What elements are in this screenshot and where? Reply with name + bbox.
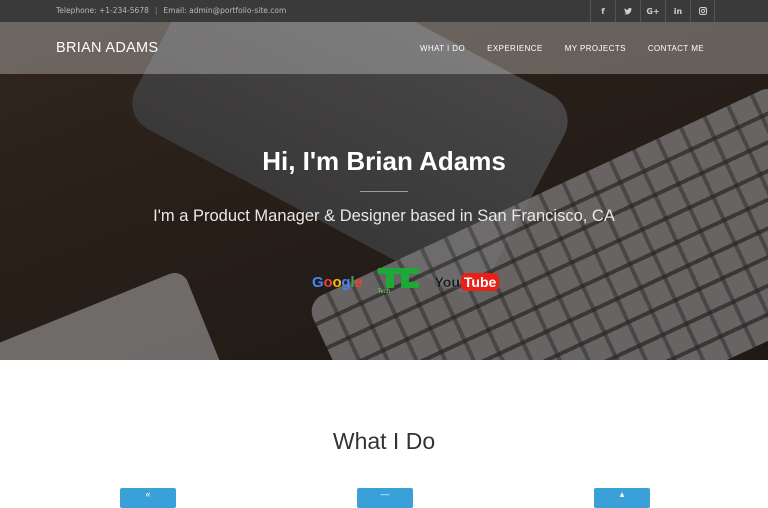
hero-divider — [360, 191, 408, 192]
contact-info: Telephone: +1-234-5678 | Email: admin@port… — [56, 0, 286, 22]
google-plus-icon[interactable]: G+ — [640, 0, 665, 22]
featured-logos: Google Tech You Tube — [312, 266, 500, 298]
nav-menu: WHAT I DO EXPERIENCE MY PROJECTS CONTACT… — [420, 22, 704, 74]
youtube-logo-tube: Tube — [460, 273, 500, 291]
service-icon-2: — — [357, 488, 413, 508]
youtube-logo: You Tube — [435, 273, 500, 291]
nav-item-experience[interactable]: EXPERIENCE — [487, 44, 543, 53]
email-link[interactable]: Email: admin@portfolio-site.com — [163, 6, 286, 15]
nav-item-contact-me[interactable]: CONTACT ME — [648, 44, 704, 53]
contact-separator: | — [154, 6, 158, 15]
phone-text: Telephone: +1-234-5678 — [56, 6, 149, 15]
site-brand[interactable]: BRIAN ADAMS — [56, 22, 158, 74]
top-info-bar: Telephone: +1-234-5678 | Email: admin@port… — [0, 0, 768, 22]
nav-item-my-projects[interactable]: MY PROJECTS — [565, 44, 626, 53]
linkedin-icon[interactable]: in — [665, 0, 690, 22]
main-navbar: BRIAN ADAMS WHAT I DO EXPERIENCE MY PROJ… — [0, 22, 768, 74]
nav-item-what-i-do[interactable]: WHAT I DO — [420, 44, 465, 53]
twitter-icon[interactable] — [615, 0, 640, 22]
service-icon-3: ▴ — [594, 488, 650, 508]
techcrunch-logo: Tech — [377, 266, 421, 298]
hero-subtitle: I'm a Product Manager & Designer based i… — [153, 207, 615, 225]
service-icon-1: « — [120, 488, 176, 508]
hero-title: Hi, I'm Brian Adams — [262, 146, 506, 176]
techcrunch-caption: Tech — [377, 289, 391, 295]
facebook-icon[interactable]: f — [590, 0, 615, 22]
instagram-icon[interactable] — [690, 0, 715, 22]
social-links: f G+ in — [590, 0, 715, 22]
youtube-logo-you: You — [434, 274, 460, 290]
google-logo-letter: e — [354, 273, 363, 291]
google-logo: Google — [312, 274, 363, 291]
section-title-what-i-do: What I Do — [332, 428, 436, 454]
google-logo-letter: G — [312, 273, 324, 291]
